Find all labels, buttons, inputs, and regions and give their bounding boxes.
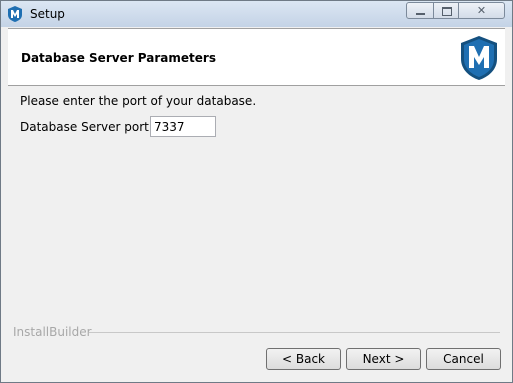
footer-divider (89, 332, 500, 333)
port-label: Database Server port (20, 120, 149, 134)
installbuilder-label: InstallBuilder (13, 325, 92, 339)
close-button[interactable]: ✕ (458, 2, 505, 19)
cancel-button[interactable]: Cancel (426, 348, 501, 370)
wizard-header: Database Server Parameters (8, 28, 505, 86)
port-input[interactable] (150, 116, 216, 137)
next-button[interactable]: Next > (346, 348, 421, 370)
maximize-button[interactable] (433, 2, 459, 19)
page-description: Please enter the port of your database. (20, 94, 257, 108)
close-icon: ✕ (476, 4, 487, 17)
maximize-icon (442, 7, 452, 16)
minimize-icon (416, 13, 425, 15)
title-bar[interactable]: Setup ✕ (1, 1, 512, 27)
wizard-panel: Database Server Parameters Please enter … (8, 28, 505, 374)
minimize-button[interactable] (406, 2, 434, 19)
page-title: Database Server Parameters (21, 51, 216, 65)
window-title: Setup (30, 7, 65, 21)
setup-window: Setup ✕ Database Server Parameters Pleas… (0, 0, 513, 383)
metasploit-shield-logo (461, 36, 497, 80)
back-button[interactable]: < Back (266, 348, 341, 370)
metasploit-logo-icon (8, 6, 22, 22)
